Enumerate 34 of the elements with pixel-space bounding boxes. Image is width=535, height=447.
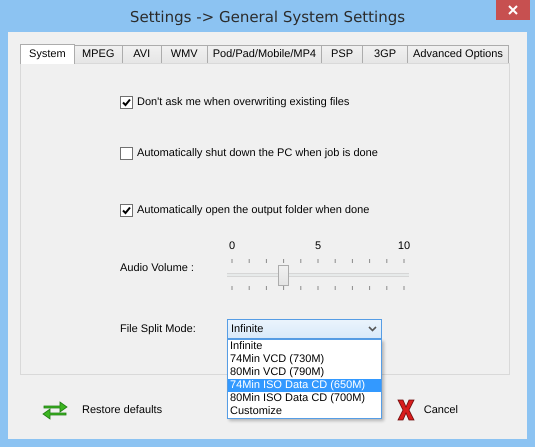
close-button[interactable] [496,0,530,20]
scale-label: 5 [314,240,322,252]
x-mark-icon [396,398,416,422]
tab[interactable]: MPEG [74,45,123,63]
checkbox-label: Don't ask me when overwriting existing files [137,96,350,108]
dropdown-option[interactable]: Customize [228,405,381,418]
tab[interactable]: Pod/Pad/Mobile/MP4 [206,45,322,63]
dropdown[interactable]: Infinite [227,319,382,339]
window-title: Settings -> General System Settings [130,8,406,26]
dropdown-option[interactable]: 80Min VCD (790M) [228,366,381,379]
swap-arrows-icon [42,399,68,421]
dropdown-option[interactable]: 80Min ISO Data CD (700M) [228,392,381,405]
tab[interactable]: AVI [122,45,162,63]
checkbox-label: Automatically shut down the PC when job is done [137,147,378,159]
tab[interactable]: System [20,44,75,64]
restore-defaults-button[interactable]: Restore defaults [40,397,164,423]
scale-label: 10 [398,240,410,252]
checkbox-label: Automatically open the output folder when done [137,204,370,216]
checkbox[interactable] [120,146,133,160]
slider-thumb[interactable] [278,265,289,286]
dropdown-option[interactable]: Infinite [228,340,381,353]
checkbox[interactable] [120,96,133,108]
tab[interactable]: 3GP [362,45,408,63]
tab[interactable]: Advanced Options [407,45,509,63]
checkbox[interactable] [120,204,133,216]
tab[interactable]: WMV [160,45,208,63]
audio-volume-label: Audio Volume : [120,262,195,274]
file-split-mode-label: File Split Mode: [120,323,197,335]
dropdown-option[interactable]: 74Min VCD (730M) [228,353,381,366]
cancel-button[interactable]: Cancel [394,396,460,424]
chevron-down-icon [368,326,377,332]
scale-label: 0 [228,240,236,252]
tab[interactable]: PSP [321,45,364,63]
close-icon [508,5,518,15]
